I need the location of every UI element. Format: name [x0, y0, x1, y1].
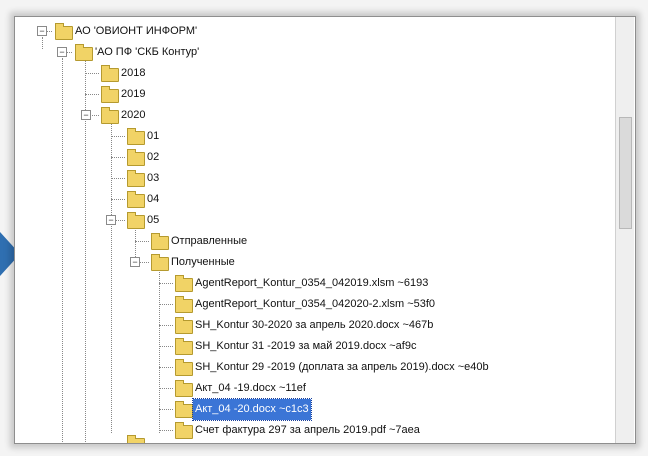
folder-icon [175, 296, 193, 313]
tree-item-label: 02 [147, 151, 160, 163]
tree-connector [159, 325, 173, 326]
vertical-scrollbar[interactable] [615, 17, 634, 443]
folder-icon [175, 338, 193, 355]
tree-connector [159, 388, 173, 389]
folder-icon [127, 212, 145, 229]
folder-icon [101, 86, 119, 103]
tree-item-label: Счет фактура 297 за апрель 2019.pdf ~7ae… [195, 424, 420, 436]
folder-icon [175, 317, 193, 334]
tree-item-03[interactable]: 03 [15, 168, 615, 189]
tree-item-label: 2020 [121, 109, 146, 121]
folder-tree[interactable]: − АО 'ОВИОНТ ИНФОРМ' − 'АО ПФ 'СКБ Конту… [15, 17, 615, 443]
folder-icon [151, 254, 169, 271]
tree-connector [159, 304, 173, 305]
tree-item-label: 03 [147, 172, 160, 184]
tree-item-file[interactable]: SH_Kontur 29 -2019 (доплата за апрель 20… [15, 357, 615, 378]
tree-connector [111, 136, 125, 137]
tree-item-file[interactable]: Счет фактура 297 за апрель 2019.pdf ~7ae… [15, 420, 615, 441]
tree-item-label: 01 [147, 130, 160, 142]
tree-item-file-selected[interactable]: Акт_04 -20.docx ~c1c3 [15, 398, 615, 421]
folder-icon [175, 422, 193, 439]
tree-item-04[interactable]: 04 [15, 189, 615, 210]
tree-connector [111, 157, 125, 158]
folder-icon [75, 44, 93, 61]
tree-item-label: SH_Kontur 30-2020 за апрель 2020.docx ~4… [195, 319, 434, 331]
tree-connector [159, 346, 173, 347]
tree-item-skb-kontur[interactable]: − 'АО ПФ 'СКБ Контур' [15, 42, 615, 63]
tree-item-05[interactable]: − 05 [15, 210, 615, 231]
collapse-icon[interactable]: − [57, 47, 67, 57]
tree-item-label: 04 [147, 193, 160, 205]
folder-icon [127, 128, 145, 145]
tree-item-received[interactable]: − Полученные [15, 252, 615, 273]
tree-connector [159, 283, 173, 284]
tree-item-label: Полученные [171, 256, 235, 268]
tree-connector [135, 241, 149, 242]
tree-item-label: SH_Kontur 31 -2019 за май 2019.docx ~af9… [195, 340, 417, 352]
folder-tree-window: − АО 'ОВИОНТ ИНФОРМ' − 'АО ПФ 'СКБ Конту… [14, 16, 636, 444]
folder-icon [175, 275, 193, 292]
tree-connector [85, 94, 99, 95]
tree-item-label: Акт_04 -19.docx ~11ef [195, 382, 306, 394]
collapse-icon[interactable]: − [106, 215, 116, 225]
tree-item-file[interactable]: Акт_04 -19.docx ~11ef [15, 378, 615, 399]
tree-item-label: AgentReport_Kontur_0354_042020-2.xlsm ~5… [195, 298, 436, 310]
tree-connector [111, 178, 125, 179]
folder-icon [127, 191, 145, 208]
collapse-icon[interactable]: − [130, 257, 140, 267]
tree-item-file[interactable]: SH_Kontur 31 -2019 за май 2019.docx ~af9… [15, 336, 615, 357]
tree-item-2019[interactable]: 2019 [15, 84, 615, 105]
tree-connector [159, 430, 173, 431]
folder-icon [175, 359, 193, 376]
tree-item-02[interactable]: 02 [15, 147, 615, 168]
folder-icon [127, 170, 145, 187]
tree-item-label: Акт_04 -20.docx ~c1c3 [192, 398, 312, 421]
tree-item-sent[interactable]: Отправленные [15, 231, 615, 252]
folder-icon [175, 380, 193, 397]
tree-item-01[interactable]: 01 [15, 126, 615, 147]
tree-item-label: АО 'ОВИОНТ ИНФОРМ' [75, 25, 198, 37]
tree-item-label: 2018 [121, 67, 146, 79]
folder-icon [55, 23, 73, 40]
tree-item-root[interactable]: − АО 'ОВИОНТ ИНФОРМ' [15, 21, 615, 42]
collapse-icon[interactable]: − [37, 26, 47, 36]
tree-item-label: 05 [147, 214, 160, 226]
folder-icon [151, 233, 169, 250]
tree-item-label: 2019 [121, 88, 146, 100]
tree-item-file[interactable]: SH_Kontur 30-2020 за апрель 2020.docx ~4… [15, 315, 615, 336]
tree-item-label: 'АО ПФ 'СКБ Контур' [95, 46, 200, 58]
folder-icon [127, 435, 145, 443]
tree-connector [159, 367, 173, 368]
tree-connector [159, 409, 173, 410]
folder-icon [175, 401, 193, 418]
tree-item-label: AgentReport_Kontur_0354_042019.xlsm ~619… [195, 277, 429, 289]
tree-item-file[interactable]: AgentReport_Kontur_0354_042020-2.xlsm ~5… [15, 294, 615, 315]
collapse-icon[interactable]: − [81, 110, 91, 120]
tree-item-label: SH_Kontur 29 -2019 (доплата за апрель 20… [195, 361, 489, 373]
folder-icon [101, 107, 119, 124]
folder-icon [101, 65, 119, 82]
tree-item-2020[interactable]: − 2020 [15, 105, 615, 126]
tree-item-2018[interactable]: 2018 [15, 63, 615, 84]
tree-connector [85, 73, 99, 74]
tree-item-label: Отправленные [171, 235, 248, 247]
tree-item-file[interactable]: AgentReport_Kontur_0354_042019.xlsm ~619… [15, 273, 615, 294]
scrollbar-thumb[interactable] [619, 117, 632, 229]
folder-icon [127, 149, 145, 166]
tree-connector [111, 199, 125, 200]
